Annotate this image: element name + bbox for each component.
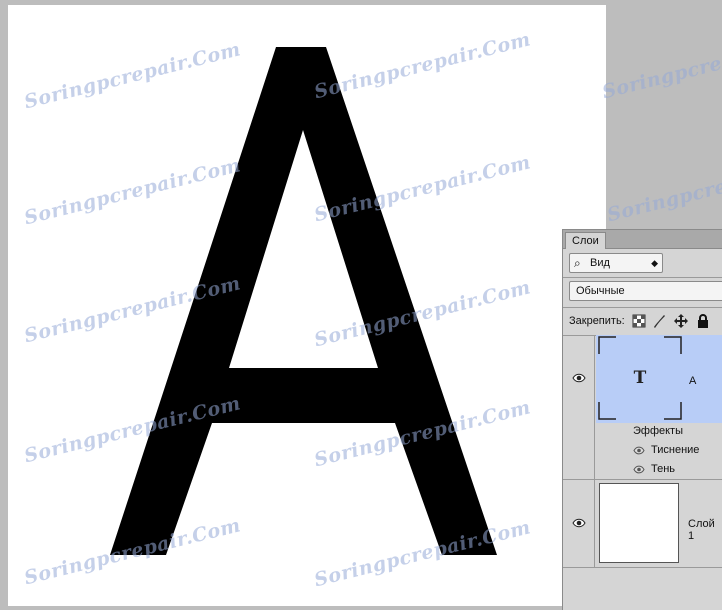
text-layer-icon: T [633, 368, 647, 388]
letter-a-artwork [110, 47, 497, 555]
layer-thumbnail-raster[interactable] [599, 483, 679, 563]
panel-tab-bar: Слои [563, 230, 722, 249]
eye-icon[interactable] [572, 373, 586, 383]
divider [563, 307, 722, 308]
blend-mode-select[interactable]: Обычные [569, 281, 722, 301]
layer-row-raster[interactable]: Слой 1 [563, 480, 722, 568]
layer-name-a[interactable]: A [689, 375, 696, 387]
tab-layers[interactable]: Слои [565, 232, 606, 249]
search-icon: ⌕ [574, 256, 581, 270]
visibility-column [563, 335, 595, 479]
eye-icon[interactable] [633, 446, 645, 455]
lock-position-icon[interactable] [673, 313, 689, 329]
layer-filter-label: Вид [590, 257, 610, 269]
effect-emboss[interactable]: Тиснение [651, 444, 699, 456]
watermark-text: Soringpcrepair.Com [605, 151, 722, 227]
lock-label: Закрепить: [569, 315, 625, 327]
effect-drop-shadow[interactable]: Тень [651, 463, 675, 475]
eye-icon[interactable] [633, 465, 645, 474]
lock-all-icon[interactable] [695, 313, 711, 329]
letter-a-shape [110, 47, 497, 555]
lock-transparent-pixels-icon[interactable] [631, 313, 647, 329]
effects-label: Эффекты [633, 425, 684, 437]
eye-icon[interactable] [572, 518, 586, 528]
layer-filter-select[interactable]: ⌕ Вид ◆ [569, 253, 663, 273]
layer-thumbnail-text[interactable]: T [598, 336, 682, 420]
document-canvas[interactable] [8, 5, 606, 606]
visibility-column [563, 480, 595, 567]
layers-panel: Слои ⌕ Вид ◆ Обычные Закрепить: A Эффект… [562, 229, 722, 610]
layer-name-layer-1[interactable]: Слой 1 [688, 518, 722, 542]
lock-image-pixels-icon[interactable] [651, 313, 667, 329]
select-arrows-icon: ◆ [651, 258, 658, 268]
watermark-text: Soringpcrepair.Com [600, 28, 722, 104]
divider [563, 277, 722, 278]
